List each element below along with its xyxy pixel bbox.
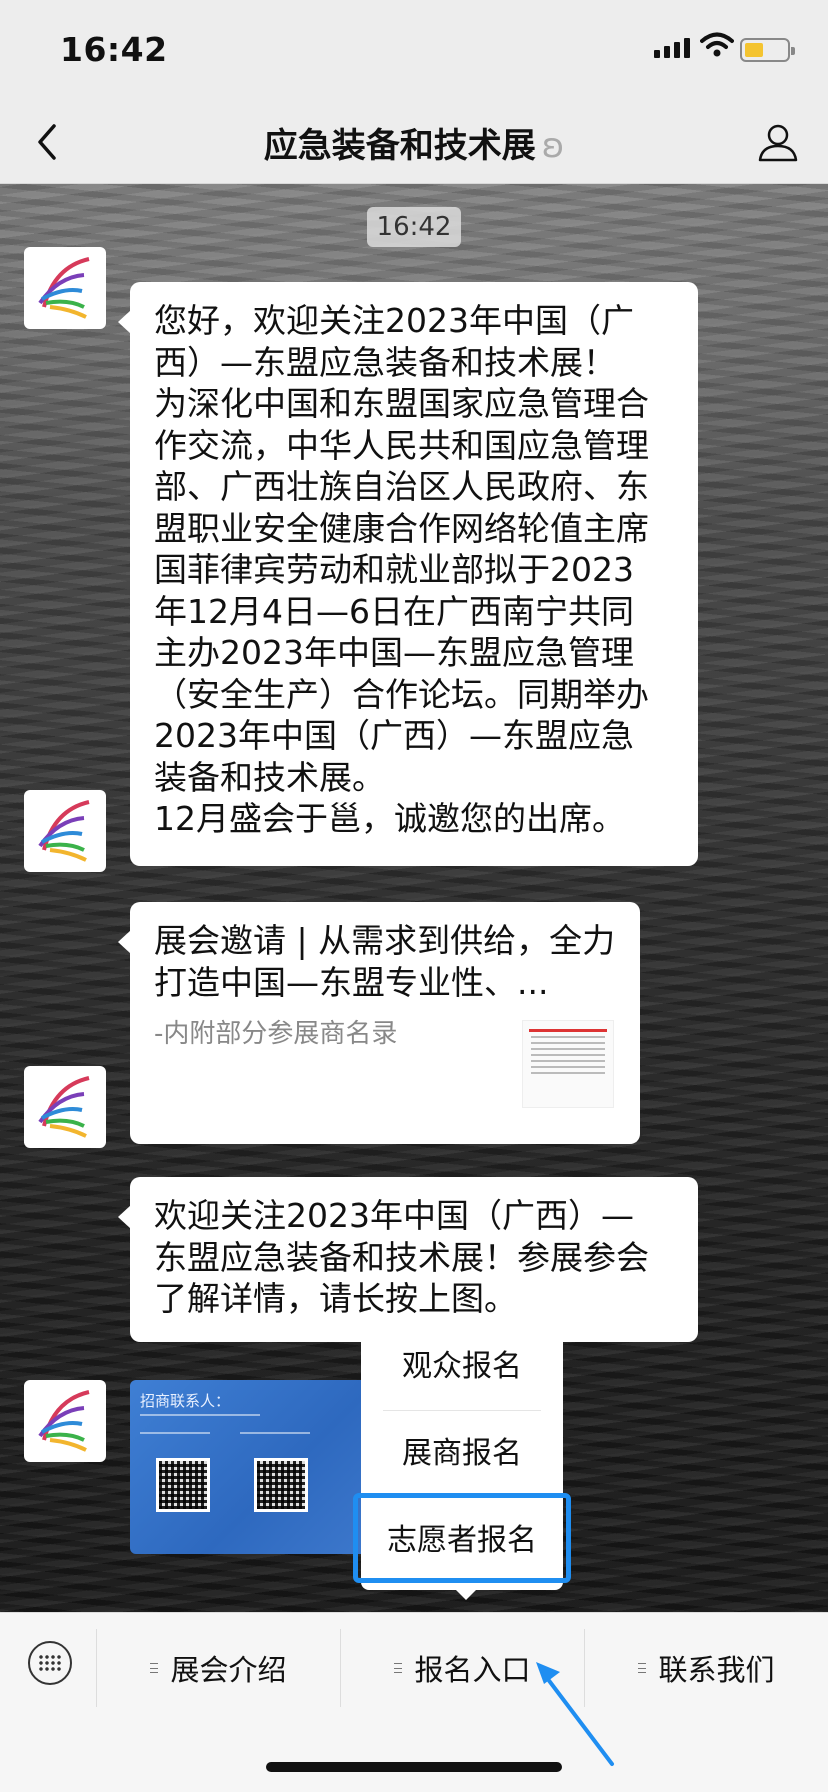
message-line: 了解详情，请长按上图。 (154, 1279, 517, 1318)
message-line: 部、广西壮族自治区人民政府、东 (154, 467, 649, 506)
message-line: （安全生产）合作论坛。同期举办 (154, 674, 649, 714)
menu-item-exhibitor-registration[interactable]: 展商报名 (361, 1411, 563, 1497)
pointer-arrow-icon (536, 1662, 614, 1766)
image-text-line (240, 1432, 310, 1434)
profile-icon[interactable] (756, 120, 800, 164)
keyboard-icon[interactable] (28, 1641, 72, 1685)
image-text-line (140, 1432, 210, 1434)
message-line: 2023年中国（广西）—东盟应急 (154, 716, 634, 755)
menu-list-icon (394, 1663, 403, 1673)
status-bar: 16:42 (0, 0, 828, 100)
message-line: 东盟应急装备和技术展！参展参会 (154, 1237, 649, 1277)
image-message[interactable]: 招商联系人： (130, 1380, 370, 1554)
article-card-title: 展会邀请 | 从需求到供给，全力打造中国—东盟专业性、... (154, 921, 616, 1002)
message-line: 盟职业安全健康合作网络轮值主席 (154, 508, 649, 548)
menu-label: 报名入口 (414, 1653, 531, 1687)
message-line: 欢迎关注2023年中国（广西）— (154, 1196, 634, 1235)
message-line: 为深化中国和东盟国家应急管理合 (154, 384, 649, 423)
qr-code-icon (156, 1458, 210, 1512)
avatar[interactable] (24, 1380, 106, 1462)
menu-contact-us[interactable]: 联系我们 (585, 1613, 828, 1723)
earpiece-mode-icon: ʚ (541, 126, 565, 166)
menu-label: 展会介绍 (170, 1653, 287, 1687)
highlight-box (353, 1493, 571, 1583)
menu-list-icon (638, 1663, 647, 1673)
bird-logo-icon (38, 257, 90, 319)
message-line: 主办2023年中国—东盟应急管理 (154, 633, 634, 672)
image-header: 招商联系人： (140, 1392, 231, 1410)
message-line: 12月盛会于邕，诚邀您的出席。 (154, 799, 625, 838)
page-title: 应急装备和技术展 ʚ (0, 118, 828, 167)
chat-title: 应急装备和技术展 (263, 126, 536, 166)
menu-list-icon (150, 1663, 159, 1673)
bottom-menu-bar: 展会介绍 报名入口 联系我们 (0, 1612, 828, 1792)
qr-code-icon (254, 1458, 308, 1512)
submenu-popup: 观众报名 展商报名 志愿者报名 (353, 1324, 571, 1600)
bird-logo-icon (38, 800, 90, 862)
status-time: 16:42 (60, 30, 168, 69)
nav-bar: 应急装备和技术展 ʚ (0, 100, 828, 184)
article-thumbnail (522, 1020, 614, 1108)
avatar[interactable] (24, 247, 106, 329)
image-text-line (140, 1414, 260, 1416)
home-indicator (266, 1762, 562, 1772)
message-line: 您好，欢迎关注2023年中国（广 (154, 301, 634, 340)
message-line: 年12月4日—6日在广西南宁共同 (154, 591, 634, 631)
article-card[interactable]: 展会邀请 | 从需求到供给，全力打造中国—东盟专业性、... -内附部分参展商名… (118, 902, 640, 1144)
message-line: 作交流，中华人民共和国应急管理 (154, 425, 649, 465)
bird-logo-icon (38, 1390, 90, 1452)
menu-label: 联系我们 (658, 1653, 775, 1687)
message-bubble[interactable]: 您好，欢迎关注2023年中国（广 西）—东盟应急装备和技术展！ 为深化中国和东盟… (118, 282, 698, 866)
message-bubble[interactable]: 欢迎关注2023年中国（广西）— 东盟应急装备和技术展！参展参会 了解详情，请长… (118, 1177, 698, 1342)
message-timestamp: 16:42 (367, 207, 461, 247)
avatar[interactable] (24, 790, 106, 872)
cellular-signal-icon (654, 38, 690, 58)
message-line: 装备和技术展。 (154, 757, 385, 797)
menu-item-audience-registration[interactable]: 观众报名 (361, 1324, 563, 1410)
message-line: 西）—东盟应急装备和技术展！ (154, 342, 616, 382)
popup-caret (455, 1589, 477, 1600)
wifi-icon (700, 32, 734, 57)
menu-exhibition-intro[interactable]: 展会介绍 (97, 1613, 340, 1723)
bird-logo-icon (38, 1076, 90, 1138)
message-line: 国菲律宾劳动和就业部拟于2023 (154, 550, 634, 589)
battery-icon (740, 38, 795, 62)
avatar[interactable] (24, 1066, 106, 1148)
